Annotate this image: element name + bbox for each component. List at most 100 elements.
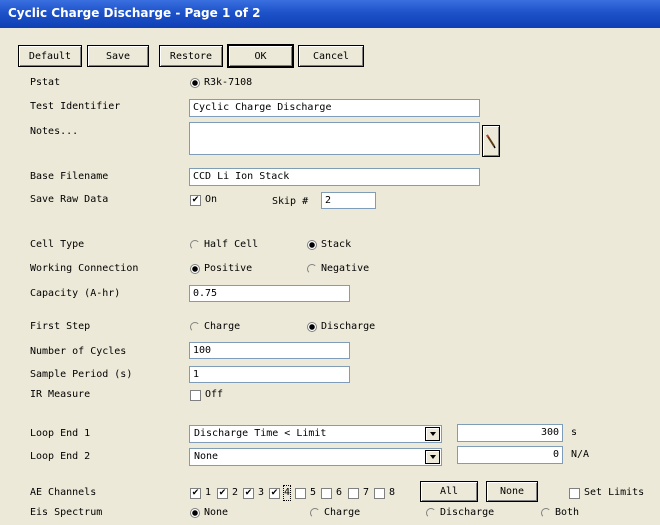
radio-selected-icon (190, 264, 200, 274)
save-raw-data-checkbox[interactable]: ✔ On (190, 193, 217, 207)
radio-selected-icon (190, 508, 200, 518)
ok-button[interactable]: OK (227, 44, 294, 68)
ae-channel-7-label: 7 (363, 487, 370, 498)
save-button[interactable]: Save (87, 45, 149, 67)
chevron-down-icon[interactable] (425, 427, 440, 441)
checkbox-checked-icon: ✔ (190, 194, 201, 206)
sample-period-input[interactable]: 1 (189, 366, 350, 383)
ae-channel-8-checkbox[interactable]: 8 (374, 486, 395, 500)
loop-end-2-unit: N/A (571, 449, 590, 460)
working-connection-label: Working Connection (30, 263, 139, 274)
save-raw-data-label: Save Raw Data (30, 194, 109, 205)
loop-end-2-value-input[interactable]: 0 (457, 446, 563, 464)
first-step-discharge-radio[interactable]: Discharge (307, 320, 375, 334)
notes-label: Notes... (30, 126, 79, 137)
skip-label: Skip # (272, 196, 309, 207)
eis-spectrum-discharge-radio[interactable]: Discharge (426, 506, 494, 520)
cell-type-half-cell-radio[interactable]: Half Cell (190, 238, 258, 252)
checkbox-unchecked-icon (321, 487, 332, 499)
window-title: Cyclic Charge Discharge - Page 1 of 2 (8, 6, 261, 20)
set-limits-label: Set Limits (584, 487, 645, 498)
all-channels-button[interactable]: All (420, 481, 478, 502)
ir-measure-off-label: Off (205, 389, 224, 400)
set-limits-checkbox[interactable]: Set Limits (569, 486, 644, 500)
ae-channel-1-checkbox[interactable]: ✔ 1 (190, 486, 211, 500)
test-identifier-label: Test Identifier (30, 101, 121, 112)
pencil-icon (486, 134, 496, 149)
ae-channels-label: AE Channels (30, 487, 97, 498)
radio-unselected-icon (307, 264, 317, 274)
ir-measure-checkbox[interactable]: Off (190, 388, 223, 402)
cell-type-label: Cell Type (30, 239, 85, 250)
eis-spectrum-charge-label: Charge (324, 507, 361, 518)
eis-spectrum-discharge-label: Discharge (440, 507, 495, 518)
first-step-charge-label: Charge (204, 321, 241, 332)
cell-type-stack-label: Stack (321, 239, 352, 250)
working-connection-negative-radio[interactable]: Negative (307, 262, 369, 276)
eis-spectrum-charge-radio[interactable]: Charge (310, 506, 360, 520)
eis-spectrum-both-radio[interactable]: Both (541, 506, 579, 520)
checkbox-unchecked-icon (348, 487, 359, 499)
default-button[interactable]: Default (18, 45, 82, 67)
ae-channel-2-label: 2 (232, 487, 239, 498)
eis-spectrum-none-radio[interactable]: None (190, 506, 228, 520)
ae-channel-1-label: 1 (205, 487, 212, 498)
pstat-radio[interactable]: R3k-7108 (190, 76, 252, 90)
base-filename-input[interactable]: CCD Li Ion Stack (189, 168, 480, 186)
checkbox-unchecked-icon (295, 487, 306, 499)
cancel-button[interactable]: Cancel (298, 45, 364, 67)
first-step-label: First Step (30, 321, 91, 332)
radio-selected-icon (307, 240, 317, 250)
ae-channel-5-label: 5 (310, 487, 317, 498)
radio-selected-icon (307, 322, 317, 332)
loop-end-1-value-input[interactable]: 300 (457, 424, 563, 442)
loop-end-2-select[interactable]: None (189, 448, 442, 466)
notes-input[interactable] (189, 122, 480, 155)
radio-unselected-icon (190, 240, 200, 250)
eis-spectrum-label: Eis Spectrum (30, 507, 103, 518)
working-connection-positive-radio[interactable]: Positive (190, 262, 252, 276)
radio-selected-icon (190, 78, 200, 88)
none-channels-button[interactable]: None (486, 481, 538, 502)
ae-channel-6-checkbox[interactable]: 6 (321, 486, 342, 500)
skip-input[interactable]: 2 (321, 192, 376, 209)
ae-channel-3-checkbox[interactable]: ✔ 3 (243, 486, 264, 500)
ir-measure-label: IR Measure (30, 389, 91, 400)
loop-end-2-label: Loop End 2 (30, 451, 91, 462)
radio-unselected-icon (541, 508, 551, 518)
number-of-cycles-input[interactable]: 100 (189, 342, 350, 359)
loop-end-1-label: Loop End 1 (30, 428, 91, 439)
checkbox-unchecked-icon (374, 487, 385, 499)
checkbox-unchecked-icon (190, 389, 201, 401)
checkbox-checked-icon: ✔ (217, 487, 228, 499)
cell-type-stack-radio[interactable]: Stack (307, 238, 351, 252)
notes-edit-button[interactable] (482, 125, 500, 157)
loop-end-1-select[interactable]: Discharge Time < Limit (189, 425, 442, 443)
title-bar: Cyclic Charge Discharge - Page 1 of 2 (0, 0, 660, 28)
ae-channel-2-checkbox[interactable]: ✔ 2 (217, 486, 238, 500)
checkbox-checked-icon: ✔ (269, 487, 280, 499)
radio-unselected-icon (310, 508, 320, 518)
first-step-discharge-label: Discharge (321, 321, 376, 332)
capacity-label: Capacity (A-hr) (30, 288, 121, 299)
loop-end-1-unit: s (571, 427, 578, 438)
sample-period-label: Sample Period (s) (30, 369, 133, 380)
working-connection-positive-label: Positive (204, 263, 253, 274)
loop-end-1-selection: Discharge Time < Limit (194, 428, 327, 439)
restore-button[interactable]: Restore (159, 45, 223, 67)
loop-end-2-selection: None (194, 451, 219, 462)
capacity-input[interactable]: 0.75 (189, 285, 350, 302)
test-identifier-input[interactable]: Cyclic Charge Discharge (189, 99, 480, 117)
ae-channel-5-checkbox[interactable]: 5 (295, 486, 316, 500)
ae-channel-7-checkbox[interactable]: 7 (348, 486, 369, 500)
radio-unselected-icon (426, 508, 436, 518)
eis-spectrum-both-label: Both (555, 507, 580, 518)
chevron-down-icon[interactable] (425, 450, 440, 464)
ae-channel-3-label: 3 (258, 487, 265, 498)
cell-type-half-cell-label: Half Cell (204, 239, 259, 250)
pstat-value: R3k-7108 (204, 77, 253, 88)
radio-unselected-icon (190, 322, 200, 332)
checkbox-checked-icon: ✔ (243, 487, 254, 499)
first-step-charge-radio[interactable]: Charge (190, 320, 240, 334)
ae-channel-4-checkbox[interactable]: ✔ 4 (269, 485, 292, 501)
